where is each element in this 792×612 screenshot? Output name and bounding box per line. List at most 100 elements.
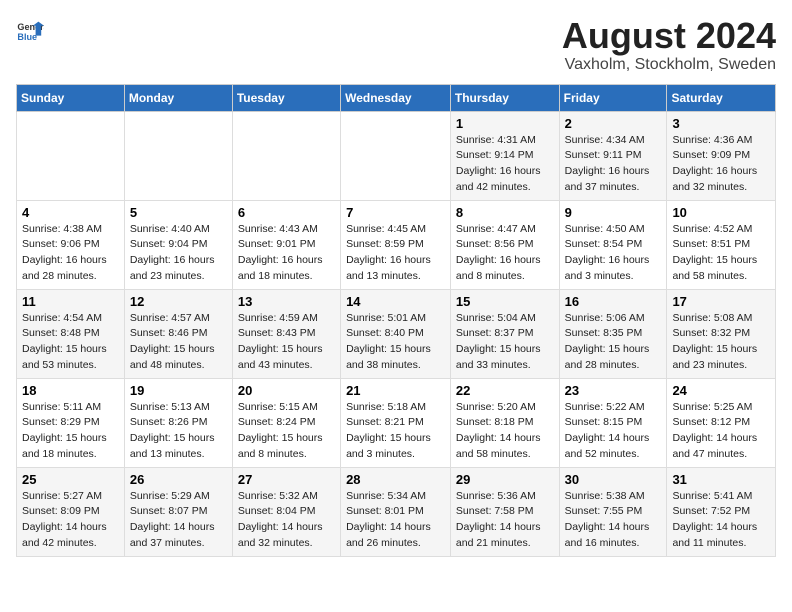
- day-info: Sunrise: 4:34 AMSunset: 9:11 PMDaylight:…: [565, 134, 650, 193]
- day-number: 9: [565, 205, 662, 220]
- day-number: 10: [672, 205, 770, 220]
- calendar-cell: 4 Sunrise: 4:38 AMSunset: 9:06 PMDaylight…: [17, 200, 125, 289]
- day-number: 8: [456, 205, 554, 220]
- calendar-cell: [341, 111, 451, 200]
- day-number: 21: [346, 383, 445, 398]
- day-info: Sunrise: 5:27 AMSunset: 8:09 PMDaylight:…: [22, 490, 107, 549]
- calendar-cell: 18 Sunrise: 5:11 AMSunset: 8:29 PMDayligh…: [17, 378, 125, 467]
- calendar-table: SundayMondayTuesdayWednesdayThursdayFrid…: [16, 84, 776, 557]
- calendar-cell: [124, 111, 232, 200]
- header-row: SundayMondayTuesdayWednesdayThursdayFrid…: [17, 84, 776, 111]
- subtitle: Vaxholm, Stockholm, Sweden: [562, 56, 776, 74]
- day-info: Sunrise: 5:25 AMSunset: 8:12 PMDaylight:…: [672, 401, 757, 460]
- day-number: 26: [130, 472, 227, 487]
- day-number: 2: [565, 116, 662, 131]
- title-area: August 2024 Vaxholm, Stockholm, Sweden: [562, 16, 776, 74]
- calendar-cell: 31Sunrise: 5:41 AMSunset: 7:52 PMDayligh…: [667, 467, 776, 556]
- day-number: 5: [130, 205, 227, 220]
- calendar-cell: 7Sunrise: 4:45 AMSunset: 8:59 PMDaylight…: [341, 200, 451, 289]
- day-number: 22: [456, 383, 554, 398]
- day-info: Sunrise: 4:36 AMSunset: 9:09 PMDaylight:…: [672, 134, 757, 193]
- logo: General Blue: [16, 16, 44, 44]
- day-number: 6: [238, 205, 335, 220]
- calendar-cell: 14 Sunrise: 5:01 AMSunset: 8:40 PMDayligh…: [341, 289, 451, 378]
- calendar-cell: 11Sunrise: 4:54 AMSunset: 8:48 PMDayligh…: [17, 289, 125, 378]
- calendar-cell: 2 Sunrise: 4:34 AMSunset: 9:11 PMDaylight…: [559, 111, 667, 200]
- day-number: 16: [565, 294, 662, 309]
- day-info: Sunrise: 4:31 AMSunset: 9:14 PMDaylight:…: [456, 134, 541, 193]
- day-info: Sunrise: 5:01 AMSunset: 8:40 PMDaylight:…: [346, 312, 431, 371]
- calendar-cell: 13 Sunrise: 4:59 AMSunset: 8:43 PMDayligh…: [232, 289, 340, 378]
- day-info: Sunrise: 5:29 AMSunset: 8:07 PMDaylight:…: [130, 490, 215, 549]
- day-info: Sunrise: 4:54 AMSunset: 8:48 PMDaylight:…: [22, 312, 107, 371]
- day-number: 27: [238, 472, 335, 487]
- day-info: Sunrise: 4:43 AMSunset: 9:01 PMDaylight:…: [238, 223, 323, 282]
- day-number: 18: [22, 383, 119, 398]
- day-number: 3: [672, 116, 770, 131]
- day-header-saturday: Saturday: [667, 84, 776, 111]
- svg-text:Blue: Blue: [17, 32, 37, 42]
- day-info: Sunrise: 4:50 AMSunset: 8:54 PMDaylight:…: [565, 223, 650, 282]
- calendar-cell: 15 Sunrise: 5:04 AMSunset: 8:37 PMDayligh…: [450, 289, 559, 378]
- header: General Blue August 2024 Vaxholm, Stockh…: [16, 16, 776, 74]
- day-info: Sunrise: 5:38 AMSunset: 7:55 PMDaylight:…: [565, 490, 650, 549]
- day-info: Sunrise: 5:08 AMSunset: 8:32 PMDaylight:…: [672, 312, 757, 371]
- calendar-cell: 24 Sunrise: 5:25 AMSunset: 8:12 PMDayligh…: [667, 378, 776, 467]
- day-number: 25: [22, 472, 119, 487]
- calendar-cell: 3 Sunrise: 4:36 AMSunset: 9:09 PMDaylight…: [667, 111, 776, 200]
- day-number: 13: [238, 294, 335, 309]
- calendar-cell: 21 Sunrise: 5:18 AMSunset: 8:21 PMDayligh…: [341, 378, 451, 467]
- day-info: Sunrise: 5:13 AMSunset: 8:26 PMDaylight:…: [130, 401, 215, 460]
- calendar-cell: 23Sunrise: 5:22 AMSunset: 8:15 PMDayligh…: [559, 378, 667, 467]
- calendar-cell: 5 Sunrise: 4:40 AMSunset: 9:04 PMDaylight…: [124, 200, 232, 289]
- day-info: Sunrise: 4:59 AMSunset: 8:43 PMDaylight:…: [238, 312, 323, 371]
- day-info: Sunrise: 5:15 AMSunset: 8:24 PMDaylight:…: [238, 401, 323, 460]
- calendar-cell: 19Sunrise: 5:13 AMSunset: 8:26 PMDayligh…: [124, 378, 232, 467]
- day-info: Sunrise: 4:40 AMSunset: 9:04 PMDaylight:…: [130, 223, 215, 282]
- day-info: Sunrise: 4:38 AMSunset: 9:06 PMDaylight:…: [22, 223, 107, 282]
- day-number: 23: [565, 383, 662, 398]
- day-info: Sunrise: 5:34 AMSunset: 8:01 PMDaylight:…: [346, 490, 431, 549]
- day-number: 4: [22, 205, 119, 220]
- day-number: 30: [565, 472, 662, 487]
- logo-icon: General Blue: [16, 16, 44, 44]
- day-header-monday: Monday: [124, 84, 232, 111]
- day-header-thursday: Thursday: [450, 84, 559, 111]
- week-row-5: 25 Sunrise: 5:27 AMSunset: 8:09 PMDayligh…: [17, 467, 776, 556]
- calendar-cell: 12Sunrise: 4:57 AMSunset: 8:46 PMDayligh…: [124, 289, 232, 378]
- day-info: Sunrise: 5:18 AMSunset: 8:21 PMDaylight:…: [346, 401, 431, 460]
- calendar-cell: 8 Sunrise: 4:47 AMSunset: 8:56 PMDaylight…: [450, 200, 559, 289]
- day-number: 12: [130, 294, 227, 309]
- calendar-cell: 6 Sunrise: 4:43 AMSunset: 9:01 PMDaylight…: [232, 200, 340, 289]
- day-number: 15: [456, 294, 554, 309]
- main-title: August 2024: [562, 16, 776, 56]
- day-number: 7: [346, 205, 445, 220]
- calendar-cell: 17 Sunrise: 5:08 AMSunset: 8:32 PMDayligh…: [667, 289, 776, 378]
- day-info: Sunrise: 4:52 AMSunset: 8:51 PMDaylight:…: [672, 223, 757, 282]
- day-number: 20: [238, 383, 335, 398]
- week-row-2: 4 Sunrise: 4:38 AMSunset: 9:06 PMDaylight…: [17, 200, 776, 289]
- calendar-cell: 10 Sunrise: 4:52 AMSunset: 8:51 PMDayligh…: [667, 200, 776, 289]
- week-row-3: 11Sunrise: 4:54 AMSunset: 8:48 PMDayligh…: [17, 289, 776, 378]
- day-number: 14: [346, 294, 445, 309]
- calendar-cell: 16 Sunrise: 5:06 AMSunset: 8:35 PMDayligh…: [559, 289, 667, 378]
- week-row-1: 1 Sunrise: 4:31 AMSunset: 9:14 PMDaylight…: [17, 111, 776, 200]
- calendar-cell: [17, 111, 125, 200]
- day-info: Sunrise: 5:32 AMSunset: 8:04 PMDaylight:…: [238, 490, 323, 549]
- day-info: Sunrise: 5:06 AMSunset: 8:35 PMDaylight:…: [565, 312, 650, 371]
- calendar-cell: 20 Sunrise: 5:15 AMSunset: 8:24 PMDayligh…: [232, 378, 340, 467]
- day-header-sunday: Sunday: [17, 84, 125, 111]
- day-number: 24: [672, 383, 770, 398]
- day-info: Sunrise: 5:04 AMSunset: 8:37 PMDaylight:…: [456, 312, 541, 371]
- calendar-cell: 22Sunrise: 5:20 AMSunset: 8:18 PMDayligh…: [450, 378, 559, 467]
- calendar-cell: 28 Sunrise: 5:34 AMSunset: 8:01 PMDayligh…: [341, 467, 451, 556]
- day-info: Sunrise: 4:47 AMSunset: 8:56 PMDaylight:…: [456, 223, 541, 282]
- day-info: Sunrise: 5:11 AMSunset: 8:29 PMDaylight:…: [22, 401, 107, 460]
- calendar-cell: 9 Sunrise: 4:50 AMSunset: 8:54 PMDaylight…: [559, 200, 667, 289]
- calendar-cell: 27 Sunrise: 5:32 AMSunset: 8:04 PMDayligh…: [232, 467, 340, 556]
- day-number: 28: [346, 472, 445, 487]
- day-number: 1: [456, 116, 554, 131]
- day-info: Sunrise: 5:36 AMSunset: 7:58 PMDaylight:…: [456, 490, 541, 549]
- calendar-cell: 1 Sunrise: 4:31 AMSunset: 9:14 PMDaylight…: [450, 111, 559, 200]
- day-number: 17: [672, 294, 770, 309]
